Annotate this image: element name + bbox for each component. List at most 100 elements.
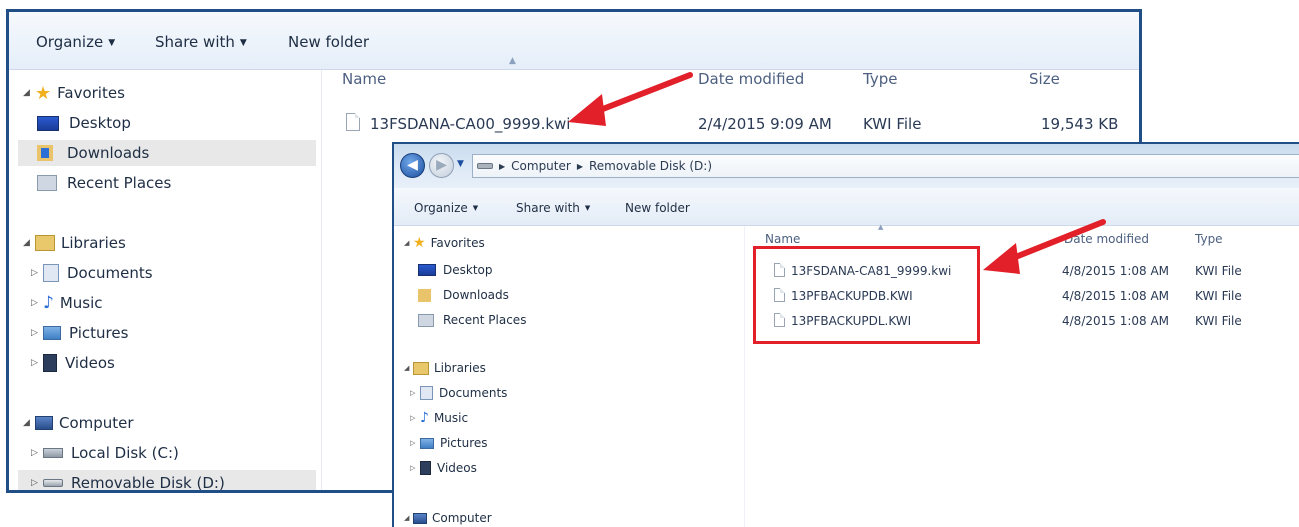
forward-icon[interactable]: ▶ xyxy=(429,153,454,178)
nav-libraries[interactable]: ◢ Libraries xyxy=(404,358,486,378)
nav-favorites[interactable]: ◢ ★ Favorites xyxy=(404,233,485,253)
nav-desktop[interactable]: Desktop xyxy=(37,110,131,136)
nav-music[interactable]: ▷ ♪ Music xyxy=(31,290,103,316)
nav-label: Documents xyxy=(439,386,508,400)
nav-label: Local Disk (C:) xyxy=(71,444,179,462)
star-icon: ★ xyxy=(413,235,426,251)
nav-label: Videos xyxy=(437,461,477,475)
nav-videos[interactable]: ▷ Videos xyxy=(410,458,477,478)
organize-label: Organize xyxy=(414,201,468,215)
back-icon[interactable]: ◀ xyxy=(400,153,425,178)
recent-pages-dropdown-icon[interactable]: ▼ xyxy=(457,159,464,169)
collapse-arrow-icon[interactable]: ▷ xyxy=(31,448,43,458)
nav-favorites[interactable]: ◢ ★ Favorites xyxy=(23,80,125,106)
expand-arrow-icon[interactable]: ◢ xyxy=(404,514,413,522)
music-icon: ♪ xyxy=(420,410,429,426)
downloads-icon xyxy=(418,288,431,302)
file-icon xyxy=(346,112,360,131)
nav-label: Documents xyxy=(67,264,153,282)
file-name: 13FSDANA-CA00_9999.kwi xyxy=(370,115,571,133)
nav-label: Recent Places xyxy=(67,174,172,192)
documents-icon xyxy=(43,264,59,282)
nav-label: Removable Disk (D:) xyxy=(71,474,225,492)
computer-icon xyxy=(413,512,427,524)
nav-recent-places[interactable]: Recent Places xyxy=(37,170,171,196)
nav-removable-disk[interactable]: ▷ Removable Disk (D:) xyxy=(18,470,316,492)
nav-computer[interactable]: ◢ Computer xyxy=(404,508,492,527)
removable-disk-icon xyxy=(477,163,493,169)
sort-arrow-icon: ▲ xyxy=(509,56,516,66)
address-bar-area: ◀ ▶ ▼ ▶ Computer ▶ Removable Disk (D:) xyxy=(394,144,1299,188)
nav-pictures[interactable]: ▷ Pictures xyxy=(410,433,488,453)
nav-label: Downloads xyxy=(67,144,150,162)
nav-pictures[interactable]: ▷ Pictures xyxy=(31,320,128,346)
nav-label: Favorites xyxy=(430,236,485,250)
expand-arrow-icon[interactable]: ◢ xyxy=(23,418,35,428)
chevron-down-icon: ▼ xyxy=(239,38,247,48)
nav-recent-places[interactable]: Recent Places xyxy=(418,310,526,330)
new-folder-button[interactable]: New folder xyxy=(288,33,369,51)
local-disk-icon xyxy=(43,448,63,458)
music-icon: ♪ xyxy=(43,293,54,313)
column-header-size[interactable]: Size xyxy=(1029,70,1060,88)
expand-arrow-icon[interactable]: ◢ xyxy=(404,239,413,247)
breadcrumb-separator-icon: ▶ xyxy=(499,161,506,171)
breadcrumb-computer[interactable]: Computer xyxy=(511,159,571,173)
nav-computer[interactable]: ◢ Computer xyxy=(23,410,134,436)
nav-label: Music xyxy=(59,294,103,312)
column-header-date-modified[interactable]: Date modified xyxy=(698,70,804,88)
column-header-name[interactable]: Name xyxy=(342,70,386,88)
new-folder-button[interactable]: New folder xyxy=(625,201,690,215)
expand-arrow-icon[interactable]: ◢ xyxy=(23,88,35,98)
collapse-arrow-icon[interactable]: ▷ xyxy=(410,464,420,472)
recent-places-icon xyxy=(37,175,57,191)
libraries-icon xyxy=(35,235,55,251)
nav-libraries[interactable]: ◢ Libraries xyxy=(23,230,126,256)
collapse-arrow-icon[interactable]: ▷ xyxy=(31,328,43,338)
collapse-arrow-icon[interactable]: ▷ xyxy=(31,268,43,278)
collapse-arrow-icon[interactable]: ▷ xyxy=(31,478,43,488)
file-size: 19,543 KB xyxy=(1041,115,1119,133)
share-with-button[interactable]: Share with ▼ xyxy=(155,33,247,51)
recent-places-icon xyxy=(418,313,434,327)
sort-arrow-icon: ▲ xyxy=(878,223,884,231)
nav-label: Downloads xyxy=(443,288,509,302)
share-with-button[interactable]: Share with ▼ xyxy=(516,201,590,215)
nav-downloads[interactable]: Downloads xyxy=(18,140,316,166)
collapse-arrow-icon[interactable]: ▷ xyxy=(410,414,420,422)
column-header-date-modified[interactable]: Date modified xyxy=(1064,232,1149,246)
downloads-icon xyxy=(37,145,53,161)
nav-desktop[interactable]: Desktop xyxy=(418,260,493,280)
nav-local-disk[interactable]: ▷ Local Disk (C:) xyxy=(31,440,179,466)
nav-label: Pictures xyxy=(69,324,129,342)
nav-documents[interactable]: ▷ Documents xyxy=(410,383,507,403)
breadcrumb-removable-disk[interactable]: Removable Disk (D:) xyxy=(589,159,712,173)
file-date: 2/4/2015 9:09 AM xyxy=(698,115,832,133)
collapse-arrow-icon[interactable]: ▷ xyxy=(31,298,43,308)
column-header-type[interactable]: Type xyxy=(863,70,897,88)
collapse-arrow-icon[interactable]: ▷ xyxy=(410,389,420,397)
desktop-icon xyxy=(418,264,436,276)
nav-music[interactable]: ▷ ♪ Music xyxy=(410,408,468,428)
nav-label: Libraries xyxy=(61,234,126,252)
chevron-down-icon: ▼ xyxy=(584,204,591,212)
nav-label: Videos xyxy=(65,354,115,372)
organize-button[interactable]: Organize ▼ xyxy=(414,201,478,215)
address-bar[interactable]: ▶ Computer ▶ Removable Disk (D:) xyxy=(472,154,1299,178)
file-type: KWI File xyxy=(1195,264,1242,278)
nav-label: Recent Places xyxy=(443,313,527,327)
toolbar: Organize ▼ Share with ▼ New folder xyxy=(394,188,1299,226)
column-header-type[interactable]: Type xyxy=(1195,232,1223,246)
expand-arrow-icon[interactable]: ◢ xyxy=(404,364,413,372)
file-type: KWI File xyxy=(1195,289,1242,303)
column-header-name[interactable]: Name xyxy=(765,232,800,246)
nav-documents[interactable]: ▷ Documents xyxy=(31,260,153,286)
collapse-arrow-icon[interactable]: ▷ xyxy=(31,358,43,368)
documents-icon xyxy=(420,386,433,400)
collapse-arrow-icon[interactable]: ▷ xyxy=(410,439,420,447)
expand-arrow-icon[interactable]: ◢ xyxy=(23,238,35,248)
file-date: 4/8/2015 1:08 AM xyxy=(1062,264,1170,278)
nav-videos[interactable]: ▷ Videos xyxy=(31,350,115,376)
organize-button[interactable]: Organize ▼ xyxy=(36,33,115,51)
nav-downloads[interactable]: Downloads xyxy=(418,285,509,305)
